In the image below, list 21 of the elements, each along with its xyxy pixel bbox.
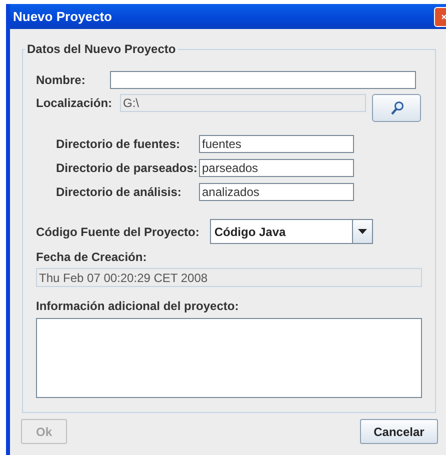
directory-field[interactable]: fuentes <box>199 135 354 153</box>
field-label: Directorio de parseados: <box>56 161 198 175</box>
name-field[interactable] <box>110 71 416 89</box>
cancel-button[interactable]: Cancelar <box>360 419 438 444</box>
field-label: Código Fuente del Proyecto: <box>36 224 200 238</box>
directory-field[interactable]: parseados <box>199 159 354 177</box>
caret-icon <box>358 229 368 234</box>
source-code-dropdown[interactable]: Código Java <box>210 219 374 244</box>
field-label: Directorio de fuentes: <box>56 137 182 151</box>
field-label: Fecha de Creación: <box>36 250 148 264</box>
group-title: Datos del Nuevo Proyecto <box>25 42 178 56</box>
window-title: Nuevo Proyecto <box>13 9 112 24</box>
info-text-area[interactable] <box>36 318 422 398</box>
search-button[interactable] <box>372 94 421 122</box>
field-label: Directorio de análisis: <box>56 185 182 199</box>
search-icon <box>390 100 404 116</box>
field-label: Localización: <box>36 96 112 110</box>
dropdown-arrow-button[interactable] <box>352 220 372 243</box>
field-label: Nombre: <box>36 73 86 87</box>
field-label: Información adicional del proyecto: <box>36 299 240 313</box>
directory-field[interactable]: analizados <box>199 183 354 201</box>
